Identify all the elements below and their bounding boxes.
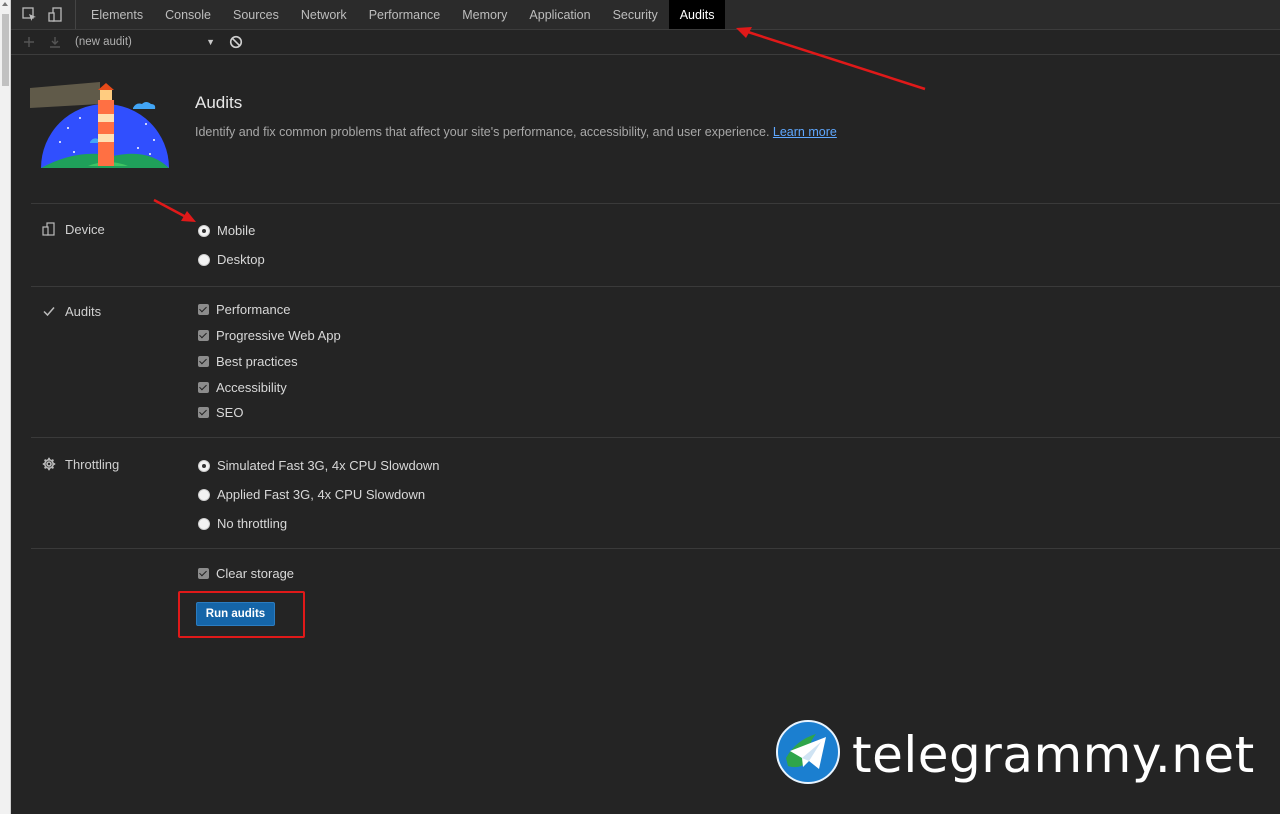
tab-elements[interactable]: Elements (80, 0, 154, 29)
audit-option-pwa[interactable]: Progressive Web App (198, 328, 341, 343)
learn-more-link[interactable]: Learn more (773, 125, 837, 139)
throttling-option-label: Applied Fast 3G, 4x CPU Slowdown (217, 487, 426, 502)
checkbox-accessibility[interactable] (198, 382, 209, 393)
page-title: Audits (195, 93, 243, 112)
radio-mobile[interactable] (198, 224, 210, 237)
audit-option-label: Progressive Web App (216, 328, 341, 343)
radio-desktop[interactable] (198, 253, 210, 266)
throttling-option-label: Simulated Fast 3G, 4x CPU Slowdown (217, 458, 440, 473)
clear-all-block-icon[interactable] (229, 35, 243, 49)
tab-application[interactable]: Application (518, 0, 601, 29)
radio-simulated-3g[interactable] (198, 459, 210, 472)
watermark-text: telegrammy.net (852, 725, 1255, 784)
audit-select-value: (new audit) (75, 36, 132, 48)
audit-option-label: Accessibility (216, 380, 287, 395)
throttling-option-none[interactable]: No throttling (198, 516, 287, 531)
audits-label-text: Audits (65, 303, 102, 319)
radio-applied-3g[interactable] (198, 488, 210, 501)
audits-toolbar: (new audit) ▼ (11, 30, 1280, 55)
audit-option-performance[interactable]: Performance (198, 302, 290, 317)
device-label-text: Device (65, 221, 105, 237)
new-audit-plus-icon[interactable] (21, 34, 37, 50)
device-option-label: Mobile (217, 223, 256, 238)
tab-security[interactable]: Security (602, 0, 669, 29)
device-toolbar-icon[interactable] (47, 7, 63, 23)
tab-console[interactable]: Console (154, 0, 222, 29)
tab-network[interactable]: Network (290, 0, 358, 29)
throttling-label-text: Throttling (65, 456, 120, 472)
audit-option-label: Best practices (216, 354, 298, 369)
telegram-logo-icon (776, 720, 840, 789)
run-audits-button[interactable]: Run audits (196, 602, 275, 626)
device-option-mobile[interactable]: Mobile (198, 223, 255, 238)
clear-storage-label: Clear storage (216, 566, 295, 581)
download-icon[interactable] (47, 34, 63, 50)
audit-option-label: SEO (216, 405, 244, 420)
audit-option-label: Performance (216, 302, 291, 317)
audits-section-label: Audits (41, 303, 101, 319)
inspect-element-icon[interactable] (21, 7, 37, 23)
device-option-desktop[interactable]: Desktop (198, 252, 265, 267)
annotation-arrows (153, 27, 926, 222)
page-description: Identify and fix common problems that af… (195, 125, 837, 139)
devtools-tabbar: Elements Console Sources Network Perform… (11, 0, 1280, 30)
checkbox-pwa[interactable] (198, 330, 209, 341)
radio-no-throttling[interactable] (198, 517, 210, 530)
tab-audits[interactable]: Audits (668, 0, 726, 29)
lighthouse-logo (28, 78, 173, 174)
scrollbar-thumb[interactable] (2, 14, 9, 86)
tab-sources[interactable]: Sources (222, 0, 290, 29)
tab-performance[interactable]: Performance (358, 0, 452, 29)
throttling-section-label: Throttling (41, 456, 119, 472)
chevron-down-icon: ▼ (206, 37, 215, 47)
device-option-label: Desktop (217, 252, 265, 267)
checkmark-icon (41, 303, 57, 319)
checkbox-clear-storage[interactable] (198, 568, 209, 579)
throttling-option-applied[interactable]: Applied Fast 3G, 4x CPU Slowdown (198, 487, 425, 502)
clear-storage-option[interactable]: Clear storage (198, 566, 294, 581)
throttling-option-label: No throttling (217, 516, 288, 531)
device-section-label: Device (41, 221, 105, 237)
outer-scrollbar[interactable] (0, 0, 11, 814)
audit-option-best-practices[interactable]: Best practices (198, 354, 298, 369)
section-divider (31, 286, 1280, 287)
gear-icon (41, 456, 57, 472)
scroll-up-arrow-icon[interactable] (2, 2, 8, 6)
checkbox-performance[interactable] (198, 304, 209, 315)
audit-option-seo[interactable]: SEO (198, 405, 243, 420)
description-text: Identify and fix common problems that af… (195, 125, 770, 139)
section-divider (31, 548, 1280, 549)
device-icon (41, 221, 57, 237)
tab-memory[interactable]: Memory (451, 0, 518, 29)
checkbox-seo[interactable] (198, 407, 209, 418)
audit-report-select[interactable]: (new audit) ▼ (75, 32, 215, 52)
watermark: telegrammy.net (776, 720, 1255, 789)
throttling-option-simulated[interactable]: Simulated Fast 3G, 4x CPU Slowdown (198, 458, 440, 473)
section-divider (31, 437, 1280, 438)
section-divider (31, 203, 1280, 204)
audit-option-accessibility[interactable]: Accessibility (198, 380, 287, 395)
checkbox-best-practices[interactable] (198, 356, 209, 367)
devtools-tool-icons (11, 0, 76, 29)
